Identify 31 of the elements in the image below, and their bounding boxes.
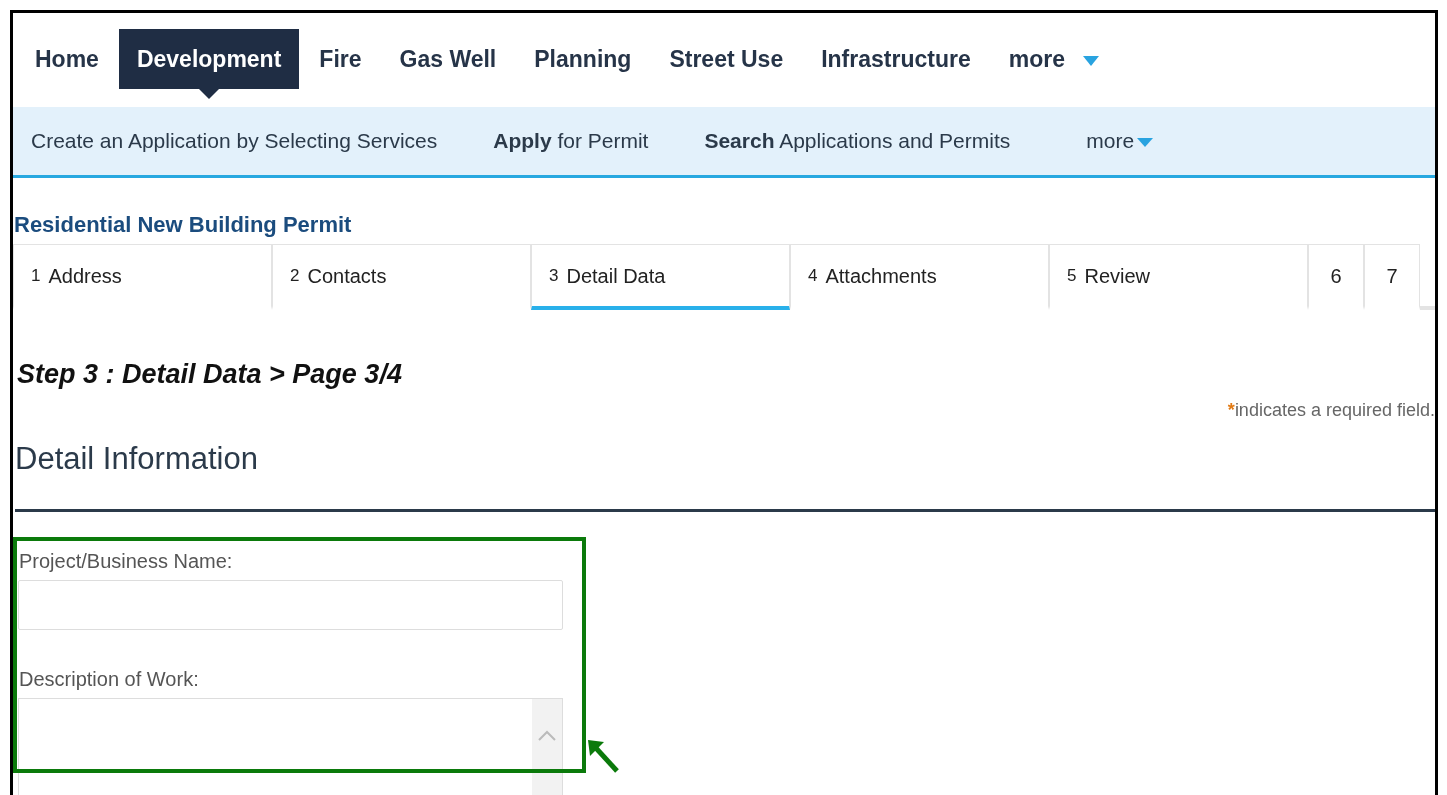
text-area[interactable] (18, 698, 563, 795)
nav-tab[interactable]: Planning (516, 29, 650, 89)
caret-icon (1137, 138, 1154, 148)
nav-tab[interactable]: Gas Well (381, 29, 515, 89)
field-label: Description of Work: (19, 667, 200, 692)
required-note: indicates a required field. (1234, 399, 1435, 420)
nav-tab[interactable]: Fire (301, 29, 380, 89)
step-tab[interactable]: 5 Review (1049, 244, 1308, 310)
step-tab[interactable]: 3 Detail Data (531, 244, 790, 310)
input-field[interactable] (18, 580, 563, 630)
more-menu[interactable]: more (1086, 125, 1154, 157)
required-mark: * (1227, 399, 1235, 420)
nav-link[interactable]: Search Applications and Permits (704, 125, 1011, 157)
step-tab[interactable]: 2 Contacts (272, 244, 531, 310)
step-tab[interactable]: 4 Attachments (790, 244, 1049, 310)
caret-icon (1082, 55, 1099, 66)
step-tab[interactable]: 7 (1364, 244, 1420, 310)
more-menu[interactable]: more (990, 29, 1117, 89)
step-tab[interactable]: 1 Address (13, 244, 272, 310)
arrow-icon (586, 738, 620, 774)
scroll-up-icon[interactable] (537, 729, 557, 741)
step-tab[interactable]: 6 (1308, 244, 1364, 310)
nav-link[interactable]: Apply for Permit (493, 125, 649, 157)
field-label: Project/Business Name: (19, 549, 234, 574)
section-title: Detail Information (15, 435, 1435, 512)
nav-tab[interactable]: Infrastructure (803, 29, 989, 89)
nav-link[interactable]: Create an Application by Selecting Services (31, 125, 438, 157)
step-heading: Step 3 : Detail Data > Page 3/4 (17, 358, 403, 391)
nav-tab[interactable]: Street Use (651, 29, 802, 89)
nav-tab[interactable]: Home (17, 29, 117, 89)
permit-title: Residential New Building Permit (14, 211, 353, 239)
